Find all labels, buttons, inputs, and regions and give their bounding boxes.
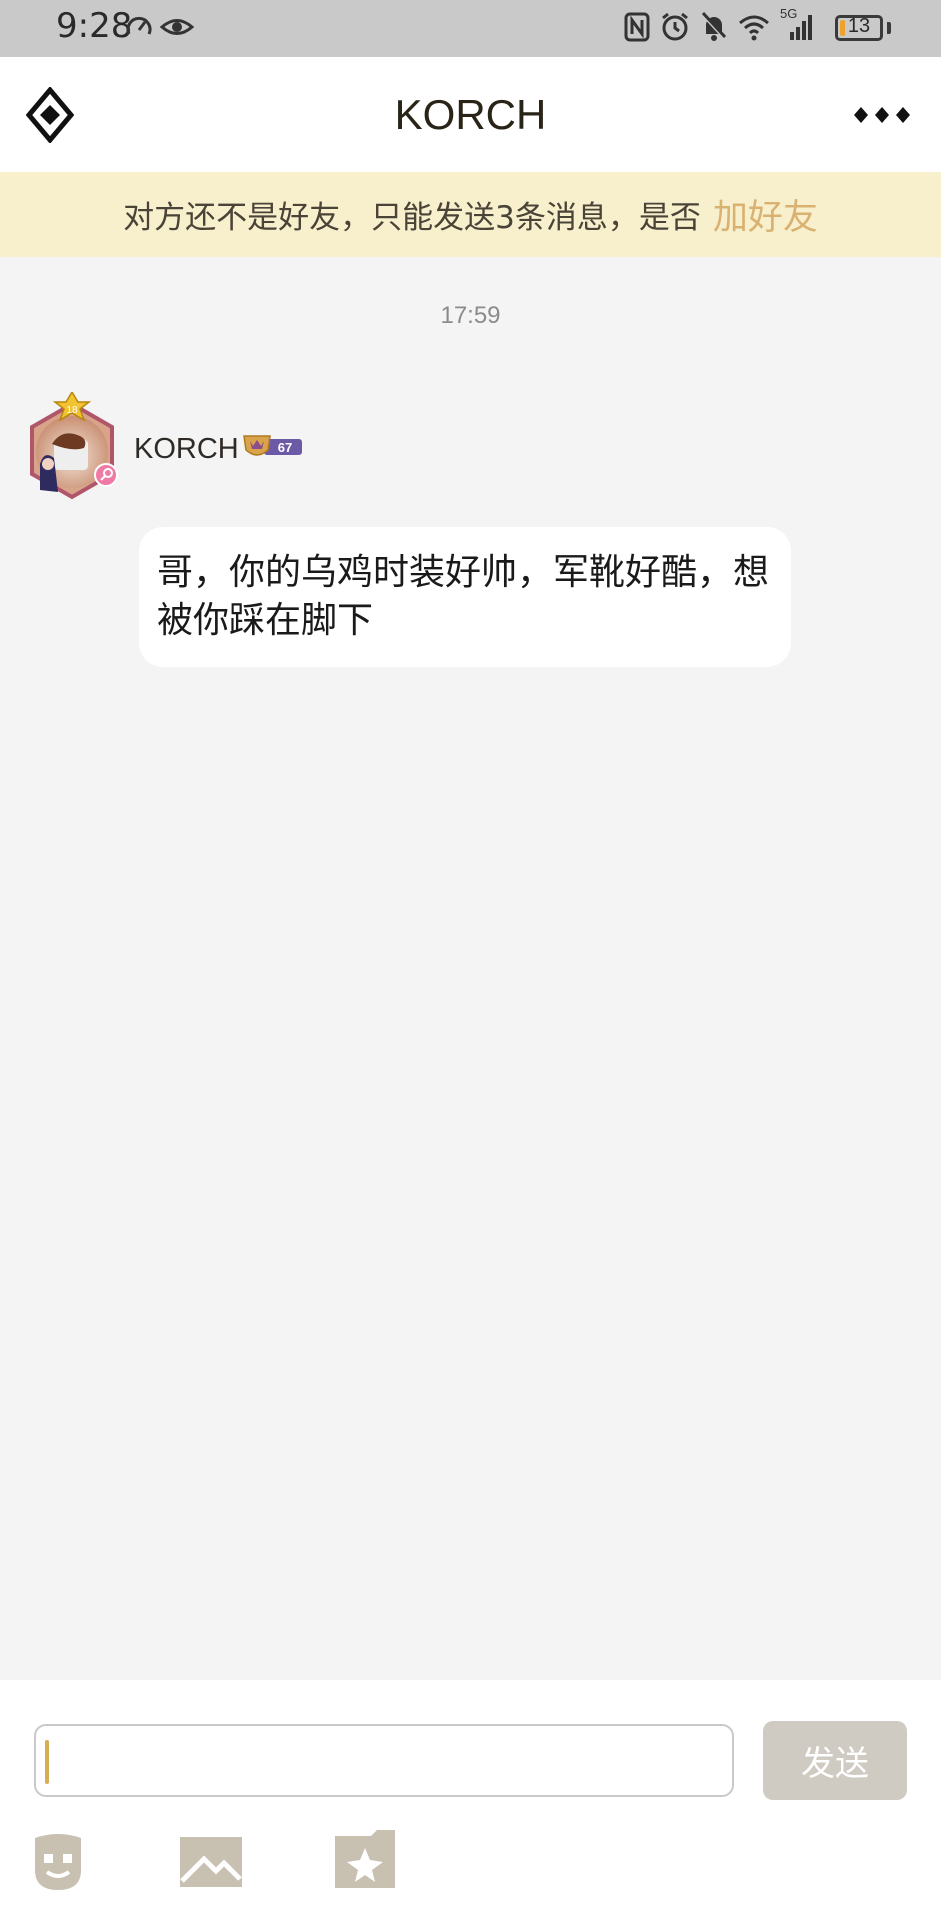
more-icon[interactable] xyxy=(853,97,911,133)
friend-request-banner: 对方还不是好友，只能发送3条消息，是否 加好友 xyxy=(0,172,941,257)
send-button[interactable]: 发送 xyxy=(763,1721,907,1800)
battery-icon: 13 xyxy=(835,15,883,41)
message-text: 哥，你的乌鸡时装好帅，军靴好酷，想被你踩在脚下 xyxy=(157,552,770,641)
battery-level: 13 xyxy=(847,15,871,37)
image-icon[interactable] xyxy=(180,1837,242,1887)
message-input[interactable] xyxy=(34,1724,734,1797)
text-caret xyxy=(45,1740,49,1784)
nfc-icon xyxy=(624,12,650,42)
input-bar: 发送 xyxy=(0,1680,941,1920)
sender-name: KORCH xyxy=(134,433,239,465)
chat-header: KORCH xyxy=(0,57,941,172)
vip-badge: 67 xyxy=(243,435,302,456)
emoji-icon[interactable] xyxy=(29,1830,87,1892)
add-friend-link[interactable]: 加好友 xyxy=(713,189,818,240)
wifi-icon xyxy=(739,15,769,41)
status-bar: 9:28 5G 13 xyxy=(0,0,941,57)
status-time: 9:28 xyxy=(56,6,133,46)
avatar[interactable]: 18 xyxy=(22,392,122,507)
avatar-level: 18 xyxy=(66,405,78,416)
bell-off-icon xyxy=(701,12,727,41)
sticker-icon[interactable] xyxy=(335,1830,395,1888)
message-timestamp: 17:59 xyxy=(440,302,501,329)
banner-text: 对方还不是好友，只能发送3条消息，是否 xyxy=(123,200,701,236)
vip-level: 67 xyxy=(278,440,292,455)
message-bubble[interactable]: 哥，你的乌鸡时装好帅，军靴好酷，想被你踩在脚下 xyxy=(139,527,791,667)
page-title: KORCH xyxy=(394,91,547,138)
alarm-icon xyxy=(662,12,688,41)
chat-area[interactable]: 17:59 18 KORCH 67 哥，你的乌鸡时装好帅，军靴好酷，想被你踩在脚… xyxy=(0,257,941,1680)
eye-icon xyxy=(160,19,194,35)
speedometer-icon xyxy=(126,16,152,35)
signal-icon: 5G xyxy=(780,6,816,42)
